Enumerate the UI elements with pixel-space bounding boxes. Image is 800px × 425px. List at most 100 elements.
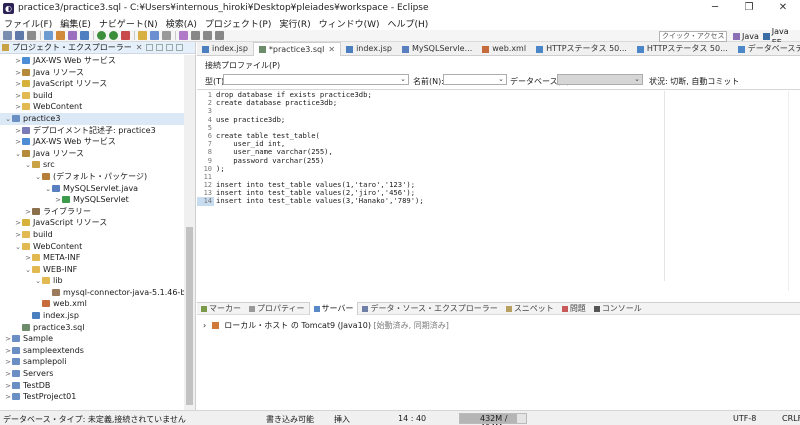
tree-item[interactable]: > Sample: [0, 333, 184, 345]
menu-help[interactable]: ヘルプ(H): [384, 17, 433, 30]
pin-icon[interactable]: [215, 31, 224, 40]
menu-window[interactable]: ウィンドウ(W): [315, 17, 384, 30]
chevron-right-icon[interactable]: >: [4, 392, 12, 404]
tree-item[interactable]: > WebContent: [0, 101, 184, 113]
back-icon[interactable]: [191, 31, 200, 40]
menu-project[interactable]: プロジェクト(P): [201, 17, 275, 30]
annotation-icon[interactable]: [162, 31, 171, 40]
code-line[interactable]: insert into test_table values(3,'Hanako'…: [216, 197, 656, 205]
bottom-panel-tab[interactable]: サーバー: [308, 302, 359, 315]
tree-item[interactable]: ⌄ WebContent: [0, 241, 184, 253]
type-select[interactable]: ⌄: [223, 74, 409, 85]
tree-item[interactable]: ⌄ src: [0, 159, 184, 171]
memory-monitor[interactable]: 432M / 494M: [459, 413, 527, 425]
code-area[interactable]: drop database if exists practice3db; crea…: [216, 90, 656, 206]
tree-item[interactable]: ⌄ WEB-INF: [0, 264, 184, 276]
stop-icon[interactable]: [121, 31, 130, 40]
view-menu-icon[interactable]: [166, 44, 173, 51]
bottom-panel-tab[interactable]: コンソール: [590, 303, 646, 314]
deploy-icon[interactable]: [68, 31, 77, 40]
close-icon[interactable]: ✕: [328, 43, 335, 57]
minimize-button[interactable]: ─: [698, 0, 732, 16]
tree-item[interactable]: web.xml: [0, 298, 184, 310]
name-select[interactable]: ⌄: [443, 74, 507, 85]
close-icon[interactable]: ✕: [136, 43, 143, 52]
print-icon[interactable]: [27, 31, 36, 40]
tree-item[interactable]: mysql-connector-java-5.1.46-bin.jar: [0, 287, 195, 299]
bottom-panel-tab[interactable]: データ・ソース・エクスプローラー: [358, 303, 501, 314]
perspective-java-button[interactable]: Java: [733, 31, 759, 42]
tree-item[interactable]: > JAX-WS Web サービス: [0, 55, 184, 67]
menu-run[interactable]: 実行(R): [275, 17, 314, 30]
bottom-panel-tab[interactable]: スニペット: [502, 303, 558, 314]
tree-item[interactable]: practice3.sql: [0, 322, 184, 334]
tree-item[interactable]: > JAX-WS Web サービス: [0, 136, 184, 148]
editor-scrollbar[interactable]: [788, 91, 795, 291]
chevron-right-icon[interactable]: ›: [203, 321, 206, 330]
editor-tab[interactable]: HTTPステータス 50...: [632, 42, 733, 56]
bottom-panel-tab[interactable]: マーカー: [197, 303, 245, 314]
database-select[interactable]: ⌄: [557, 74, 643, 85]
close-button[interactable]: ✕: [766, 0, 800, 16]
bottom-panel-tab[interactable]: 問題: [558, 303, 590, 314]
menu-file[interactable]: ファイル(F): [0, 17, 56, 30]
save-icon[interactable]: [15, 31, 24, 40]
code-line[interactable]: password varchar(255): [216, 156, 656, 165]
tree-item[interactable]: ⌄ lib: [0, 275, 184, 287]
run-dropdown-icon[interactable]: [109, 31, 118, 40]
code-line[interactable]: );: [216, 164, 656, 173]
tree-item[interactable]: > sampleextends: [0, 345, 184, 357]
open-type-icon[interactable]: [138, 31, 147, 40]
editor-tab[interactable]: web.xml: [477, 42, 531, 56]
tree-item[interactable]: > JavaScript リソース: [0, 217, 184, 229]
editor-tab[interactable]: データベーステスト: [733, 42, 800, 56]
quick-access-input[interactable]: クイック・アクセス: [659, 31, 727, 42]
sql-icon[interactable]: [80, 31, 89, 40]
editor-tab[interactable]: index.jsp: [341, 42, 397, 56]
menu-edit[interactable]: 編集(E): [56, 17, 95, 30]
editor-tab[interactable]: *practice3.sql ✕: [252, 42, 342, 57]
tree-item[interactable]: > ライブラリー: [0, 206, 184, 218]
editor-tab[interactable]: HTTPステータス 50...: [531, 42, 632, 56]
debug-icon[interactable]: [56, 31, 65, 40]
tree-item[interactable]: > build: [0, 90, 184, 102]
editor-tab[interactable]: index.jsp: [197, 42, 253, 56]
tree-item[interactable]: > Java リソース: [0, 67, 184, 79]
tree-item[interactable]: > TestDB: [0, 380, 184, 392]
editor-tab[interactable]: MySQLServle...: [397, 42, 477, 56]
run-icon[interactable]: [97, 31, 106, 40]
code-line[interactable]: create database practice3db;: [216, 98, 656, 107]
sql-editor[interactable]: 1 2 3 4 5 6 7 8 9 10 11 12 13 14 drop database if exi…: [197, 90, 800, 295]
forward-icon[interactable]: [203, 31, 212, 40]
explorer-scrollbar[interactable]: [184, 55, 195, 410]
minimize-view-icon[interactable]: [176, 44, 183, 51]
tree-item[interactable]: ⌄ Java リソース: [0, 148, 184, 160]
tree-item[interactable]: > TestProject01: [0, 391, 184, 403]
search-icon[interactable]: [150, 31, 159, 40]
tree-item[interactable]: ⌄ MySQLServlet.java: [0, 183, 184, 195]
code-line[interactable]: use practice3db;: [216, 115, 656, 124]
connection-profile-header[interactable]: 接続プロファイル(P): [205, 60, 280, 71]
tree-item[interactable]: > JavaScript リソース: [0, 78, 184, 90]
toggle-icon[interactable]: [179, 31, 188, 40]
server-item[interactable]: › ローカル・ホスト の Tomcat9 (Java10) [始動済み, 同期済…: [203, 320, 449, 331]
tree-item[interactable]: > META-INF: [0, 252, 184, 264]
tree-item[interactable]: > build: [0, 229, 184, 241]
tree-item[interactable]: > samplepoli: [0, 356, 184, 368]
tree-item[interactable]: ⌄ practice3: [0, 112, 184, 125]
perspective-javaee-button[interactable]: Java EE: [763, 27, 800, 47]
new-icon[interactable]: [3, 31, 12, 40]
tree-item[interactable]: index.jsp: [0, 310, 184, 322]
tree-item[interactable]: > MySQLServlet: [0, 194, 184, 206]
menu-navigate[interactable]: ナビゲート(N): [95, 17, 162, 30]
collapse-all-icon[interactable]: [146, 44, 153, 51]
bottom-panel-tab[interactable]: プロパティー: [245, 303, 309, 314]
tree-item[interactable]: ⌄ (デフォルト・パッケージ): [0, 171, 184, 183]
maximize-button[interactable]: ❐: [732, 0, 766, 16]
server-icon[interactable]: [44, 31, 53, 40]
scrollbar-thumb[interactable]: [186, 227, 193, 405]
tree-item[interactable]: > Servers: [0, 368, 184, 380]
tree-item[interactable]: > デプロイメント記述子: practice3: [0, 125, 184, 137]
explorer-title[interactable]: プロジェクト・エクスプローラー: [12, 42, 132, 53]
menu-search[interactable]: 検索(A): [162, 17, 201, 30]
